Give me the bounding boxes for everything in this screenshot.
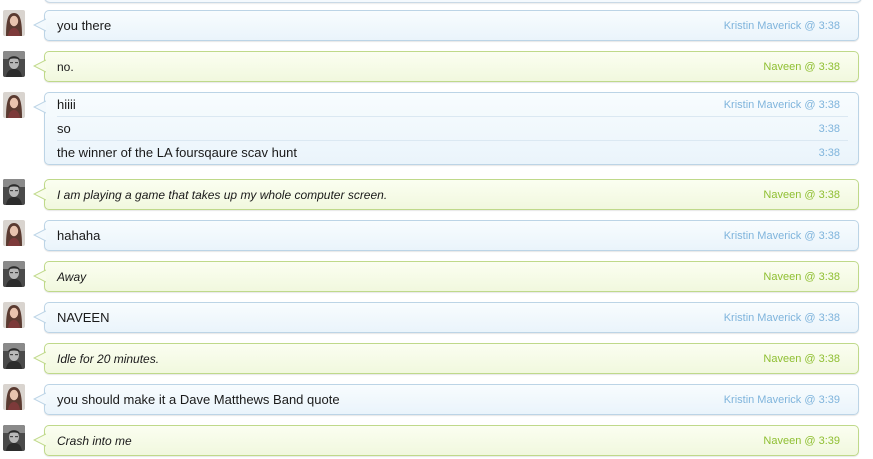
message-text[interactable]: the winner of the LA foursqaure scav hun… [57,145,297,160]
message-text[interactable]: so [57,121,71,136]
message-timestamp: Naveen @ 3:39 [763,435,840,447]
message-line: so 3:38 [57,116,848,140]
message-timestamp: 3:38 [818,147,840,159]
naveen-avatar-icon [3,343,25,369]
message-line: you should make it a Dave Matthews Band … [57,385,848,416]
message-timestamp: 3:38 [818,123,840,135]
speech-bubble-tail-icon [33,187,46,201]
message-timestamp: Naveen @ 3:38 [763,61,840,73]
speech-bubble-tail-icon [33,100,46,114]
speech-bubble-tail-icon [33,59,46,73]
kristin-message-bubble: you should make it a Dave Matthews Band … [33,384,859,416]
naveen-message-bubble: Away Naveen @ 3:38 [33,261,859,293]
message-timestamp: Kristin Maverick @ 3:38 [723,99,840,111]
naveen-avatar-icon [3,261,25,287]
message-line: you there Kristin Maverick @ 3:38 [57,11,848,42]
speech-bubble-tail-icon [33,392,46,406]
message-text[interactable]: Idle for 20 minutes. [57,352,159,366]
message-text[interactable]: Away [57,270,86,284]
message-timestamp: Naveen @ 3:38 [763,271,840,283]
naveen-message-bubble: Idle for 20 minutes. Naveen @ 3:38 [33,343,859,375]
kristin-message-bubble: you there Kristin Maverick @ 3:38 [33,10,859,42]
naveen-message-bubble: no. Naveen @ 3:38 [33,51,859,83]
message-line: hiiii Kristin Maverick @ 3:38 [57,93,848,116]
message-line: Away Naveen @ 3:38 [57,262,848,293]
kristin-message-bubble: NAVEEN Kristin Maverick @ 3:38 [33,302,859,334]
message-text[interactable]: NAVEEN [57,310,110,325]
message-line: the winner of the LA foursqaure scav hun… [57,140,848,164]
message-timestamp: Kristin Maverick @ 3:38 [723,312,840,324]
chat-transcript: you there Kristin Maverick @ 3:38 no. Navee… [0,0,873,459]
previous-message-bubble-edge [44,0,862,3]
kristin-avatar-icon [3,384,25,410]
kristin-message-bubble: hahaha Kristin Maverick @ 3:38 [33,220,859,252]
naveen-message-bubble: I am playing a game that takes up my who… [33,179,859,211]
speech-bubble-tail-icon [33,228,46,242]
speech-bubble-tail-icon [33,310,46,324]
message-timestamp: Kristin Maverick @ 3:38 [723,230,840,242]
naveen-avatar-icon [3,51,25,77]
message-line: hahaha Kristin Maverick @ 3:38 [57,221,848,252]
kristin-avatar-icon [3,10,25,36]
naveen-avatar-icon [3,179,25,205]
message-timestamp: Kristin Maverick @ 3:38 [723,20,840,32]
kristin-avatar-icon [3,92,25,118]
message-text[interactable]: no. [57,60,74,74]
kristin-avatar-icon [3,302,25,328]
kristin-avatar-icon [3,220,25,246]
naveen-avatar-icon [3,425,25,451]
message-line: Crash into me Naveen @ 3:39 [57,426,848,457]
message-line: Idle for 20 minutes. Naveen @ 3:38 [57,344,848,375]
message-timestamp: Naveen @ 3:38 [763,353,840,365]
message-text[interactable]: you should make it a Dave Matthews Band … [57,392,340,407]
message-text[interactable]: hahaha [57,228,100,243]
kristin-message-bubble: hiiii Kristin Maverick @ 3:38 so 3:38 the wi… [33,92,859,165]
speech-bubble-tail-icon [33,18,46,32]
speech-bubble-tail-icon [33,433,46,447]
message-text[interactable]: you there [57,18,111,33]
speech-bubble-tail-icon [33,269,46,283]
message-timestamp: Kristin Maverick @ 3:39 [723,394,840,406]
message-line: I am playing a game that takes up my who… [57,180,848,211]
message-text[interactable]: I am playing a game that takes up my who… [57,188,387,202]
message-text[interactable]: Crash into me [57,434,132,448]
message-line: NAVEEN Kristin Maverick @ 3:38 [57,303,848,334]
message-timestamp: Naveen @ 3:38 [763,189,840,201]
speech-bubble-tail-icon [33,351,46,365]
naveen-message-bubble: Crash into me Naveen @ 3:39 [33,425,859,457]
message-line: no. Naveen @ 3:38 [57,52,848,83]
message-text[interactable]: hiiii [57,97,76,112]
